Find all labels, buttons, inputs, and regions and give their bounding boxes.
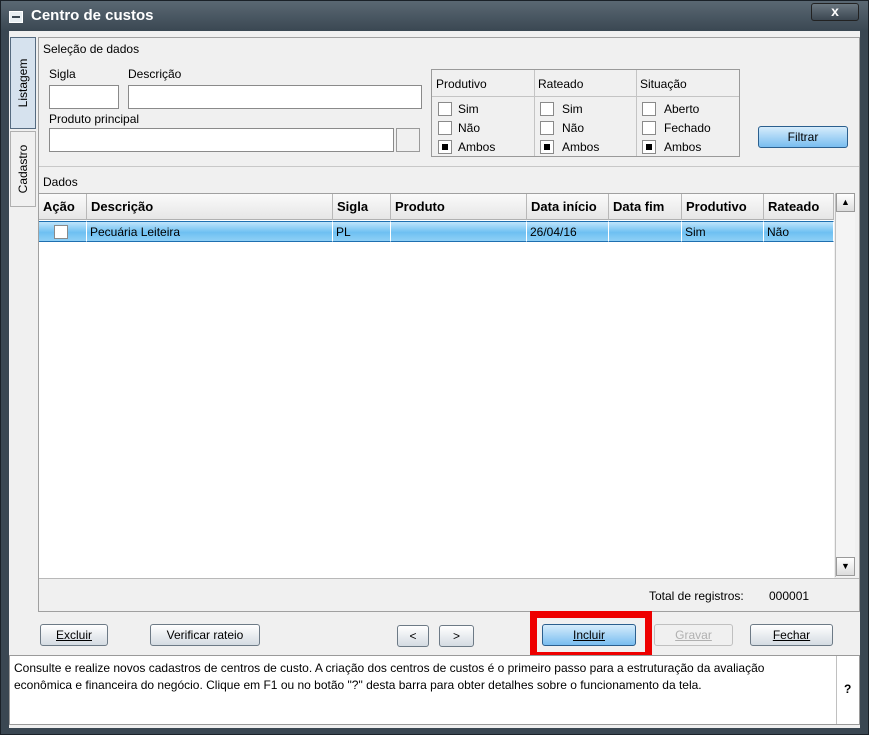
descricao-input[interactable]: [128, 85, 422, 109]
status-bar: Consulte e realize novos cadastros de ce…: [9, 655, 860, 725]
scroll-up-icon[interactable]: ▲: [836, 193, 855, 212]
produto-label: Produto principal: [49, 112, 140, 126]
col-header-data-inicio[interactable]: Data início: [527, 194, 609, 220]
col-header-rateado[interactable]: Rateado: [764, 194, 834, 220]
produtivo-title: Produtivo: [436, 77, 487, 91]
vertical-scrollbar[interactable]: ▲ ▼: [835, 193, 855, 577]
tab-cadastro-label: Cadastro: [16, 144, 30, 194]
situacao-aberto-label: Aberto: [664, 102, 700, 116]
tab-listagem[interactable]: Listagem: [10, 37, 36, 129]
situacao-fechado-checkbox[interactable]: [642, 121, 656, 135]
produto-input[interactable]: [49, 128, 394, 152]
annotation-highlight-box: [530, 611, 652, 659]
previous-button[interactable]: <: [397, 625, 429, 647]
cell-data-inicio: 26/04/16: [527, 221, 609, 242]
tab-listagem-label: Listagem: [16, 58, 30, 108]
fechar-label: Fechar: [772, 628, 811, 642]
sigla-input[interactable]: [49, 85, 119, 109]
scroll-down-icon[interactable]: ▼: [836, 557, 855, 576]
rateado-nao-label: Não: [562, 121, 585, 135]
gravar-label: Gravar: [675, 628, 712, 642]
produtivo-nao-checkbox[interactable]: [438, 121, 452, 135]
tab-cadastro[interactable]: Cadastro: [10, 131, 36, 207]
status-text: Consulte e realize novos cadastros de ce…: [14, 661, 765, 692]
produtivo-sim-label: Sim: [458, 102, 479, 116]
data-grid: Ação Descrição Sigla Produto Data início…: [39, 193, 834, 578]
col-header-descricao[interactable]: Descrição: [87, 194, 333, 220]
rateado-title: Rateado: [538, 77, 584, 91]
listagem-panel: Seleção de dados Sigla Descrição Produto…: [38, 37, 860, 612]
window-menu-icon[interactable]: [9, 11, 23, 23]
dados-heading: Dados: [43, 175, 78, 189]
produtivo-sim-checkbox[interactable]: [438, 102, 452, 116]
gravar-button[interactable]: Gravar: [654, 624, 733, 646]
sigla-label: Sigla: [49, 67, 76, 81]
produtivo-ambos-checkbox[interactable]: [438, 140, 452, 154]
rateado-ambos-label: Ambos: [562, 140, 600, 154]
verificar-rateio-button[interactable]: Verificar rateio: [150, 624, 260, 646]
produtivo-nao-label: Não: [458, 121, 481, 135]
next-button[interactable]: >: [439, 625, 474, 647]
cell-produtivo: Sim: [682, 221, 764, 242]
situacao-aberto-checkbox[interactable]: [642, 102, 656, 116]
client-area: Listagem Cadastro Seleção de dados Sigla…: [9, 31, 860, 728]
situacao-ambos-checkbox[interactable]: [642, 140, 656, 154]
cell-rateado: Não: [764, 221, 834, 242]
title-bar[interactable]: Centro de custos x: [1, 1, 868, 31]
filter-groups: Produtivo Sim Não Ambos Rateado Sim Não …: [431, 69, 740, 157]
produtivo-ambos-label: Ambos: [458, 140, 496, 154]
excluir-button[interactable]: Excluir: [40, 624, 108, 646]
col-header-sigla[interactable]: Sigla: [333, 194, 391, 220]
close-button[interactable]: x: [811, 3, 859, 21]
col-header-produto[interactable]: Produto: [391, 194, 527, 220]
table-row[interactable]: Pecuária Leiteira PL 26/04/16 Sim Não: [39, 221, 834, 242]
cell-sigla: PL: [333, 221, 391, 242]
help-button[interactable]: ?: [844, 682, 851, 696]
window-title: Centro de custos: [31, 7, 154, 24]
window: Centro de custos x Listagem Cadastro Sel…: [0, 0, 869, 735]
excluir-label: Excluir: [55, 628, 92, 642]
rateado-nao-checkbox[interactable]: [540, 121, 554, 135]
situacao-title: Situação: [640, 77, 687, 91]
row-action-cell: [39, 221, 87, 242]
selection-heading: Seleção de dados: [43, 42, 140, 56]
situacao-fechado-label: Fechado: [664, 121, 711, 135]
rateado-ambos-checkbox[interactable]: [540, 140, 554, 154]
cell-produto: [391, 221, 527, 242]
filtrar-button[interactable]: Filtrar: [758, 126, 848, 148]
col-header-data-fim[interactable]: Data fim: [609, 194, 682, 220]
total-value: 000001: [769, 589, 810, 603]
fechar-button[interactable]: Fechar: [750, 624, 833, 646]
row-select-checkbox[interactable]: [54, 225, 68, 239]
grid-footer: Total de registros: 000001: [39, 578, 859, 611]
total-label: Total de registros:: [649, 589, 744, 603]
cell-data-fim: [609, 221, 682, 242]
produto-lookup-button[interactable]: [396, 128, 420, 152]
rateado-sim-checkbox[interactable]: [540, 102, 554, 116]
cell-descricao: Pecuária Leiteira: [87, 221, 333, 242]
descricao-label: Descrição: [128, 67, 182, 81]
rateado-sim-label: Sim: [562, 102, 583, 116]
col-header-produtivo[interactable]: Produtivo: [682, 194, 764, 220]
situacao-ambos-label: Ambos: [664, 140, 702, 154]
col-header-acao[interactable]: Ação: [39, 194, 87, 220]
